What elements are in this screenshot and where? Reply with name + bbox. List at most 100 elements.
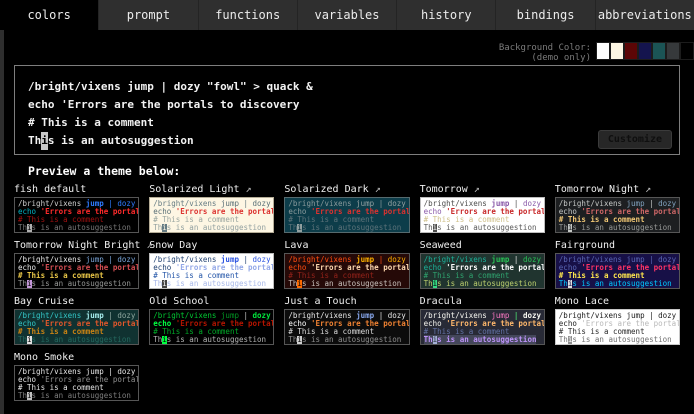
terminal-line-autosuggestion: This is an autosuggestion	[18, 280, 135, 288]
theme-card-fairground[interactable]: /bright/vixens jump | dozy "fowl" > quac…	[555, 253, 680, 289]
autosuggestion-token: Th	[424, 223, 433, 232]
theme-card-tomorrow-night-bright[interactable]: /bright/vixens jump | dozy "fowl" > quac…	[14, 253, 139, 289]
theme-title-bay-cruise: Bay Cruise	[14, 295, 139, 309]
tab-functions[interactable]: functions	[199, 0, 298, 30]
terminal-line-autosuggestion: This is an autosuggestion	[153, 280, 270, 288]
theme-title-dracula: Dracula	[420, 295, 545, 309]
background-swatch-4[interactable]	[652, 42, 666, 60]
theme-card-solarized-dark[interactable]: /bright/vixens jump | dozy "fowl" > quac…	[284, 197, 409, 233]
autosuggestion-token: Th	[18, 335, 27, 344]
theme-card-snow-day[interactable]: /bright/vixens jump | dozy "fowl" > quac…	[149, 253, 274, 289]
theme-card-mono-smoke[interactable]: /bright/vixens jump | dozy "fowl" > quac…	[14, 365, 139, 401]
theme-card-tomorrow[interactable]: /bright/vixens jump | dozy "fowl" > quac…	[420, 197, 545, 233]
cmd-token: jump	[127, 80, 154, 93]
themes-heading: Preview a theme below:	[28, 164, 694, 178]
terminal-line-autosuggestion: This is an autosuggestion	[424, 336, 541, 344]
autosuggestion-token: s is an autosuggestion	[302, 279, 401, 288]
background-swatch-5[interactable]	[666, 42, 680, 60]
terminal-line: echo 'Errors are the portals to discover…	[28, 96, 667, 114]
autosuggestion-token: Th	[559, 335, 568, 344]
terminal-line-autosuggestion: This is an autosuggestion	[424, 280, 541, 288]
external-link-icon[interactable]: ↗	[468, 184, 480, 195]
terminal-line-autosuggestion: This is an autosuggestion	[559, 336, 676, 344]
autosuggestion-token: s is an autosuggestion	[167, 335, 266, 344]
theme-card-bay-cruise[interactable]: /bright/vixens jump | dozy "fowl" > quac…	[14, 309, 139, 345]
theme-title-tomorrow: Tomorrow ↗	[420, 183, 545, 197]
quote-token: "fowl"	[200, 80, 246, 93]
theme-title-solarized-light: Solarized Light ↗	[149, 183, 274, 197]
theme-name: fish default	[14, 184, 86, 195]
theme-title-lava: Lava	[284, 239, 409, 253]
pipe-token: |	[154, 80, 174, 93]
autosuggestion-token: Th	[28, 134, 41, 147]
background-swatch-0[interactable]	[596, 42, 610, 60]
theme-card-old-school[interactable]: /bright/vixens jump | dozy "fowl" > quac…	[149, 309, 274, 345]
theme-title-mono-lace: Mono Lace	[555, 295, 680, 309]
theme-title-fish-default: fish default	[14, 183, 139, 197]
autosuggestion-token: s is an autosuggestion	[437, 335, 536, 344]
terminal-line-autosuggestion: This is an autosuggestion	[28, 132, 667, 150]
path-token: /bright/vixens	[28, 80, 127, 93]
theme-cell-fish-default: fish default/bright/vixens jump | dozy "…	[14, 183, 139, 233]
autosuggestion-token: s is an autosuggestion	[167, 279, 266, 288]
theme-card-fish-default[interactable]: /bright/vixens jump | dozy "fowl" > quac…	[14, 197, 139, 233]
theme-cell-tomorrow-night-bright: Tomorrow Night Bright ↗/bright/vixens ju…	[14, 239, 139, 289]
theme-name: Tomorrow Night	[555, 184, 639, 195]
theme-card-solarized-light[interactable]: /bright/vixens jump | dozy "fowl" > quac…	[149, 197, 274, 233]
background-swatch-2[interactable]	[624, 42, 638, 60]
terminal-line-autosuggestion: This is an autosuggestion	[424, 224, 541, 232]
theme-title-old-school: Old School	[149, 295, 274, 309]
terminal-line-autosuggestion: This is an autosuggestion	[153, 224, 270, 232]
theme-cell-solarized-dark: Solarized Dark ↗/bright/vixens jump | do…	[284, 183, 409, 233]
theme-title-snow-day: Snow Day	[149, 239, 274, 253]
external-link-icon[interactable]: ↗	[369, 184, 381, 195]
terminal-preview: /bright/vixens jump | dozy "fowl" > quac…	[14, 65, 680, 155]
background-swatch-1[interactable]	[610, 42, 624, 60]
tab-prompt[interactable]: prompt	[99, 0, 198, 30]
terminal-line-autosuggestion: This is an autosuggestion	[288, 280, 405, 288]
background-swatch-3[interactable]	[638, 42, 652, 60]
autosuggestion-token: s is an autosuggestion	[437, 279, 536, 288]
theme-cell-mono-lace: Mono Lace/bright/vixens jump | dozy "fow…	[555, 295, 680, 345]
autosuggestion-token: Th	[153, 279, 162, 288]
tab-abbreviations[interactable]: abbreviations	[596, 0, 694, 30]
theme-name: Tomorrow	[420, 184, 468, 195]
theme-card-tomorrow-night[interactable]: /bright/vixens jump | dozy "fowl" > quac…	[555, 197, 680, 233]
theme-name: Mono Lace	[555, 296, 609, 307]
theme-cell-just-a-touch: Just a Touch/bright/vixens jump | dozy "…	[284, 295, 409, 345]
background-swatch-6[interactable]	[680, 42, 694, 60]
tab-history[interactable]: history	[397, 0, 496, 30]
theme-cell-lava: Lava/bright/vixens jump | dozy "fowl" > …	[284, 239, 409, 289]
theme-cell-snow-day: Snow Day/bright/vixens jump | dozy "fowl…	[149, 239, 274, 289]
autosuggestion-token: Th	[559, 223, 568, 232]
autosuggestion-token: Th	[153, 335, 162, 344]
theme-title-tomorrow-night-bright: Tomorrow Night Bright ↗	[14, 239, 139, 253]
autosuggestion-token: Th	[559, 279, 568, 288]
theme-cell-solarized-light: Solarized Light ↗/bright/vixens jump | d…	[149, 183, 274, 233]
theme-name: Lava	[284, 240, 308, 251]
theme-title-mono-smoke: Mono Smoke	[14, 351, 139, 365]
autosuggestion-token: Th	[18, 391, 27, 400]
echo-token: echo	[28, 98, 61, 111]
theme-card-lava[interactable]: /bright/vixens jump | dozy "fowl" > quac…	[284, 253, 409, 289]
theme-name: Fairground	[555, 240, 615, 251]
theme-card-dracula[interactable]: /bright/vixens jump | dozy "fowl" > quac…	[420, 309, 545, 345]
tab-variables[interactable]: variables	[298, 0, 397, 30]
terminal-line-autosuggestion: This is an autosuggestion	[18, 224, 135, 232]
autosuggestion-token: Th	[424, 279, 433, 288]
terminal-line: # This is a comment	[28, 114, 667, 132]
autosuggestion-token: Th	[288, 335, 297, 344]
customize-button[interactable]: Customize	[598, 130, 672, 149]
tab-bindings[interactable]: bindings	[496, 0, 595, 30]
comment-token: # This is a comment	[28, 116, 154, 129]
external-link-icon[interactable]: ↗	[240, 184, 252, 195]
theme-card-seaweed[interactable]: /bright/vixens jump | dozy "fowl" > quac…	[420, 253, 545, 289]
theme-card-mono-lace[interactable]: /bright/vixens jump | dozy "fowl" > quac…	[555, 309, 680, 345]
terminal-line-autosuggestion: This is an autosuggestion	[288, 224, 405, 232]
terminal-line-autosuggestion: This is an autosuggestion	[153, 336, 270, 344]
tab-colors[interactable]: colors	[0, 0, 99, 30]
theme-card-just-a-touch[interactable]: /bright/vixens jump | dozy "fowl" > quac…	[284, 309, 409, 345]
theme-grid: fish default/bright/vixens jump | dozy "…	[14, 183, 680, 401]
external-link-icon[interactable]: ↗	[639, 184, 651, 195]
theme-cell-seaweed: Seaweed/bright/vixens jump | dozy "fowl"…	[420, 239, 545, 289]
